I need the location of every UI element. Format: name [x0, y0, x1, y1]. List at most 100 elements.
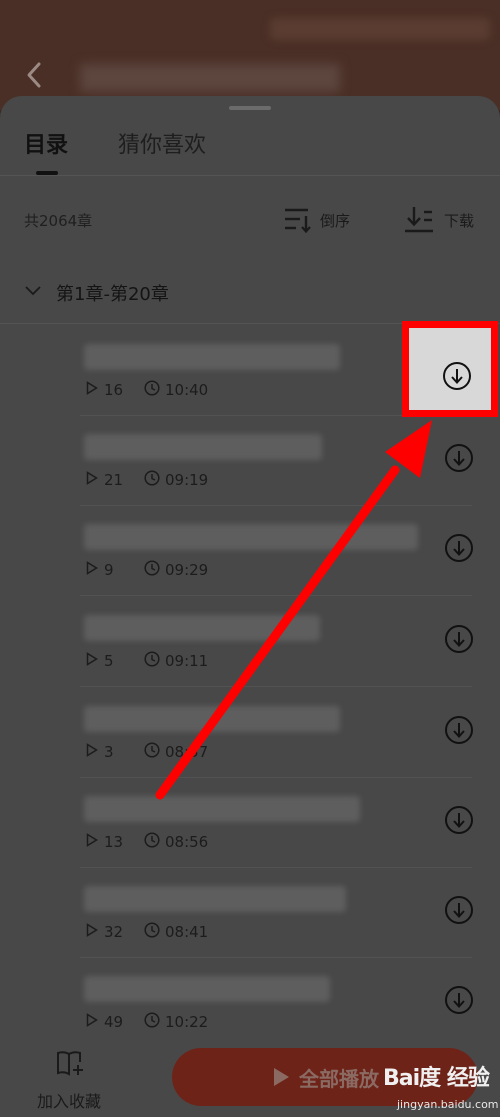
sort-button[interactable]: 倒序: [284, 204, 350, 236]
episode-title-blur: [84, 796, 360, 822]
tab-active-indicator: [36, 171, 58, 175]
status-bar-blur: [270, 18, 490, 40]
episode-row[interactable]: 5 09:11: [80, 597, 474, 687]
background-header: [0, 0, 500, 110]
play-count-value: 16: [104, 381, 124, 399]
duration: 08:41: [144, 922, 208, 942]
duration: 10:40: [144, 380, 208, 400]
episode-row[interactable]: 13 08:56: [80, 778, 474, 868]
watermark-sub: jingyan.baidu.com: [397, 1098, 499, 1111]
clock-icon: [144, 1012, 160, 1032]
page-title-blur: [80, 64, 340, 92]
episode-title-blur: [84, 976, 330, 1002]
chevron-down-icon: [24, 284, 42, 298]
download-label: 下载: [444, 211, 475, 230]
episode-title-blur: [84, 344, 340, 370]
episode-title-blur: [84, 615, 320, 641]
play-count: 16: [86, 381, 144, 399]
download-icon: [404, 206, 434, 234]
episode-meta: 5 09:11: [86, 651, 208, 671]
duration-value: 10:40: [165, 381, 209, 399]
watermark-main: Bai度 经验: [383, 1066, 490, 1091]
play-count: 13: [86, 833, 144, 851]
tab-guess-you-like[interactable]: 猜你喜欢: [118, 132, 206, 160]
duration-value: 08:56: [165, 833, 209, 851]
download-circle-icon[interactable]: [444, 895, 474, 925]
play-count-value: 13: [104, 833, 124, 851]
play-count-icon: [86, 1013, 98, 1031]
sort-label: 倒序: [320, 211, 351, 230]
episode-title-blur: [84, 706, 340, 732]
play-count-icon: [86, 833, 98, 851]
duration: 08:57: [144, 742, 208, 762]
play-icon: [271, 1066, 291, 1088]
episode-row[interactable]: 9 09:29: [80, 506, 474, 596]
episode-meta: 13 08:56: [86, 832, 208, 852]
episode-meta: 21 09:19: [86, 470, 208, 490]
batch-download-button[interactable]: 下载: [404, 204, 474, 236]
download-circle-icon[interactable]: [444, 805, 474, 835]
play-count-value: 49: [104, 1013, 124, 1031]
episode-row[interactable]: 21 09:19: [80, 416, 474, 506]
download-circle-icon[interactable]: [444, 715, 474, 745]
play-count: 9: [86, 561, 144, 579]
book-add-icon: [56, 1050, 86, 1078]
tab-bar: 目录 猜你喜欢: [0, 96, 500, 176]
catalog-toolbar: 共2064章 倒序 下载: [0, 196, 500, 244]
play-count-value: 5: [104, 652, 114, 670]
add-favorite-button[interactable]: 加入收藏: [34, 1050, 108, 1111]
duration-value: 10:22: [165, 1013, 209, 1031]
chapter-count: 共2064章: [24, 212, 93, 230]
download-circle-icon[interactable]: [444, 624, 474, 654]
duration: 10:22: [144, 1012, 208, 1032]
download-circle-icon[interactable]: [444, 985, 474, 1015]
download-circle-icon[interactable]: [444, 443, 474, 473]
duration: 09:19: [144, 470, 208, 490]
play-count: 5: [86, 652, 144, 670]
download-circle-icon[interactable]: [442, 361, 472, 391]
chapter-group-title: 第1章-第20章: [56, 284, 169, 305]
duration: 09:11: [144, 651, 208, 671]
duration-value: 08:41: [165, 923, 209, 941]
download-circle-icon[interactable]: [444, 533, 474, 563]
play-count-icon: [86, 381, 98, 399]
clock-icon: [144, 742, 160, 762]
play-count: 32: [86, 923, 144, 941]
duration-value: 09:11: [165, 652, 209, 670]
sort-desc-icon: [284, 207, 312, 233]
episode-row[interactable]: 3 08:57: [80, 688, 474, 778]
episode-row[interactable]: 32 08:41: [80, 868, 474, 958]
episode-title-blur: [84, 886, 346, 912]
chapter-group-header[interactable]: 第1章-第20章: [0, 264, 500, 324]
play-count: 21: [86, 471, 144, 489]
play-count-value: 21: [104, 471, 124, 489]
episode-meta: 9 09:29: [86, 560, 208, 580]
episode-title-blur: [84, 434, 322, 460]
duration-value: 09:29: [165, 561, 209, 579]
baidu-watermark: Bai度 经验 jingyan.baidu.com: [355, 1058, 500, 1117]
back-icon[interactable]: [24, 60, 46, 90]
play-count-icon: [86, 471, 98, 489]
clock-icon: [144, 922, 160, 942]
episode-meta: 3 08:57: [86, 742, 208, 762]
play-count: 49: [86, 1013, 144, 1031]
tab-toc[interactable]: 目录: [24, 132, 68, 160]
episode-row[interactable]: 49 10:22: [80, 958, 474, 1048]
episode-meta: 32 08:41: [86, 922, 208, 942]
play-count-icon: [86, 923, 98, 941]
play-count-value: 3: [104, 743, 114, 761]
play-count-icon: [86, 652, 98, 670]
duration-value: 08:57: [165, 743, 209, 761]
clock-icon: [144, 560, 160, 580]
episode-meta: 49 10:22: [86, 1012, 208, 1032]
episode-title-blur: [84, 524, 418, 550]
clock-icon: [144, 832, 160, 852]
clock-icon: [144, 651, 160, 671]
play-count-value: 32: [104, 923, 124, 941]
play-count: 3: [86, 743, 144, 761]
play-count-icon: [86, 743, 98, 761]
play-count-value: 9: [104, 561, 114, 579]
add-favorite-label: 加入收藏: [37, 1092, 102, 1111]
highlight-box: [402, 321, 498, 417]
duration: 08:56: [144, 832, 208, 852]
